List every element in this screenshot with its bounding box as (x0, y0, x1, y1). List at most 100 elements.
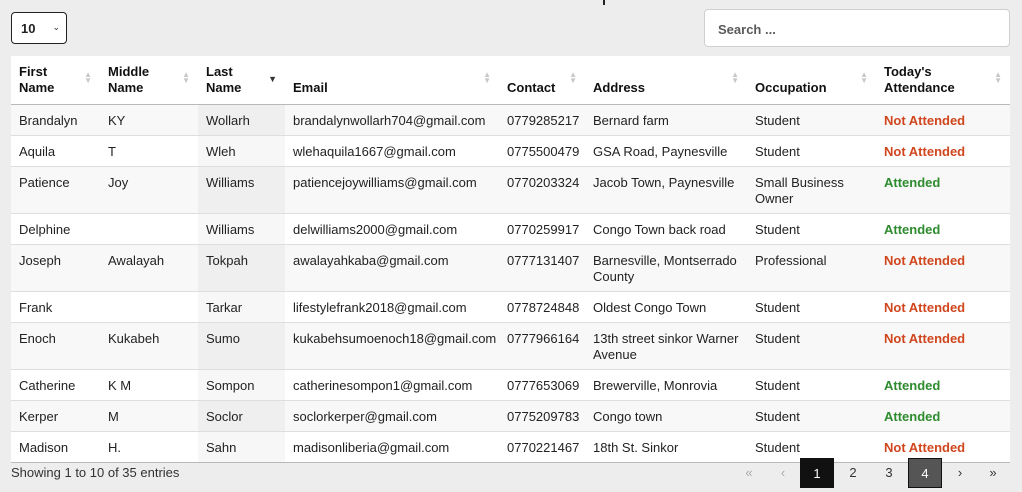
cell-first-name: Aquila (11, 134, 100, 166)
cell-address: Brewerville, Monrovia (585, 368, 747, 400)
cell-contact: 0779285217 (499, 103, 585, 135)
cell-last-name: Wollarh (198, 103, 285, 135)
cell-first-name: Delphine (11, 212, 100, 244)
cell-occupation: Student (747, 134, 876, 166)
cell-address: Bernard farm (585, 103, 747, 135)
cell-attendance-status: Attended (876, 165, 1010, 213)
column-header-middle-name[interactable]: Middle Name ▲ ▼ (100, 56, 198, 105)
cell-last-name: Tarkar (198, 290, 285, 322)
sort-icon: ▲ ▼ (569, 70, 577, 85)
cell-address: Barnesville, Montserrado County (585, 243, 747, 291)
cell-first-name: Catherine (11, 368, 100, 400)
pagination-next-button[interactable]: › (943, 458, 977, 488)
cell-address: 13th street sinkor Warner Avenue (585, 321, 747, 369)
sort-desc-icon: ▼ (268, 74, 277, 84)
cell-attendance-status: Attended (876, 212, 1010, 244)
search-input[interactable]: Search ... (704, 9, 1010, 47)
table-row: Aquila T Wleh wlehaquila1667@gmail.com 0… (11, 134, 1010, 166)
cell-email: lifestylefrank2018@gmail.com (285, 290, 499, 322)
cell-middle-name: M (100, 399, 198, 431)
cell-address: Congo Town back road (585, 212, 747, 244)
table-row: Brandalyn KY Wollarh brandalynwollarh704… (11, 103, 1010, 135)
cell-contact: 0770203324 (499, 165, 585, 213)
table-row: Kerper M Soclor soclorkerper@gmail.com 0… (11, 399, 1010, 431)
cell-attendance-status: Not Attended (876, 290, 1010, 322)
cell-middle-name: T (100, 134, 198, 166)
cell-last-name: Sompon (198, 368, 285, 400)
divider (603, 0, 605, 5)
column-header-last-name[interactable]: Last Name ▼ (198, 56, 285, 105)
cell-last-name: Tokpah (198, 243, 285, 291)
cell-attendance-status: Not Attended (876, 321, 1010, 369)
cell-occupation: Professional (747, 243, 876, 291)
attendance-table-wrapper: First Name ▲ ▼ Middle Name ▲ ▼ Last Name ▼ Email… (11, 56, 1010, 463)
sort-icon: ▲ ▼ (994, 70, 1002, 85)
column-header-first-name[interactable]: First Name ▲ ▼ (11, 56, 100, 105)
cell-attendance-status: Not Attended (876, 103, 1010, 135)
cell-first-name: Frank (11, 290, 100, 322)
column-header-address[interactable]: Address ▲ ▼ (585, 56, 747, 105)
cell-middle-name: KY (100, 103, 198, 135)
pagination-page-2[interactable]: 2 (836, 458, 870, 488)
cell-contact: 0777653069 (499, 368, 585, 400)
cell-first-name: Madison (11, 430, 100, 463)
cell-last-name: Williams (198, 212, 285, 244)
top-controls: 10 ⌄ Search ... (0, 0, 1022, 56)
column-header-occupation[interactable]: Occupation ▲ ▼ (747, 56, 876, 105)
sort-icon: ▲ ▼ (731, 70, 739, 85)
page-length-value: 10 (21, 21, 36, 36)
pagination-first-button[interactable]: « (732, 458, 766, 488)
cell-address: Congo town (585, 399, 747, 431)
cell-contact: 0777966164 (499, 321, 585, 369)
sort-icon: ▲ ▼ (860, 70, 868, 85)
cell-contact: 0770259917 (499, 212, 585, 244)
cell-last-name: Soclor (198, 399, 285, 431)
column-header-email[interactable]: Email ▲ ▼ (285, 56, 499, 105)
sort-icon: ▲ ▼ (84, 70, 92, 85)
cell-email: patiencejoywilliams@gmail.com (285, 165, 499, 213)
cell-attendance-status: Not Attended (876, 243, 1010, 291)
table-row: Enoch Kukabeh Sumo kukabehsumoenoch18@gm… (11, 321, 1010, 369)
attendance-table: First Name ▲ ▼ Middle Name ▲ ▼ Last Name ▼ Email… (11, 56, 1010, 463)
cell-address: GSA Road, Paynesville (585, 134, 747, 166)
search-placeholder: Search ... (718, 22, 776, 37)
column-header-contact[interactable]: Contact ▲ ▼ (499, 56, 585, 105)
table-header-row: First Name ▲ ▼ Middle Name ▲ ▼ Last Name ▼ Email… (11, 56, 1010, 105)
cell-occupation: Small Business Owner (747, 165, 876, 213)
table-row: Patience Joy Williams patiencejoywilliam… (11, 165, 1010, 213)
cell-middle-name: K M (100, 368, 198, 400)
cell-first-name: Brandalyn (11, 103, 100, 135)
page-length-select[interactable]: 10 ⌄ (11, 12, 67, 44)
cell-address: Jacob Town, Paynesville (585, 165, 747, 213)
cell-contact: 0778724848 (499, 290, 585, 322)
sort-icon: ▲ ▼ (182, 70, 190, 85)
cell-occupation: Student (747, 399, 876, 431)
cell-middle-name: Joy (100, 165, 198, 213)
cell-last-name: Williams (198, 165, 285, 213)
chevron-down-icon: ⌄ (52, 22, 60, 32)
column-header-attendance[interactable]: Today's Attendance ▲ ▼ (876, 56, 1010, 105)
cell-email: catherinesompon1@gmail.com (285, 368, 499, 400)
pagination-page-4[interactable]: 4 (908, 458, 942, 488)
cell-first-name: Joseph (11, 243, 100, 291)
cell-last-name: Wleh (198, 134, 285, 166)
cell-attendance-status: Not Attended (876, 134, 1010, 166)
pagination-prev-button[interactable]: ‹ (766, 458, 800, 488)
pagination-page-3[interactable]: 3 (872, 458, 906, 488)
cell-middle-name: Awalayah (100, 243, 198, 291)
table-row: Catherine K M Sompon catherinesompon1@gm… (11, 368, 1010, 400)
cell-email: kukabehsumoenoch18@gmail.com (285, 321, 499, 369)
cell-occupation: Student (747, 321, 876, 369)
cell-occupation: Student (747, 103, 876, 135)
pagination-page-1[interactable]: 1 (800, 458, 834, 488)
cell-contact: 0775209783 (499, 399, 585, 431)
table-row: Frank Tarkar lifestylefrank2018@gmail.co… (11, 290, 1010, 322)
cell-address: Oldest Congo Town (585, 290, 747, 322)
cell-occupation: Student (747, 212, 876, 244)
pagination-last-button[interactable]: » (976, 458, 1010, 488)
cell-contact: 0770221467 (499, 430, 585, 463)
cell-last-name: Sahn (198, 430, 285, 463)
cell-email: wlehaquila1667@gmail.com (285, 134, 499, 166)
cell-first-name: Patience (11, 165, 100, 213)
cell-first-name: Kerper (11, 399, 100, 431)
